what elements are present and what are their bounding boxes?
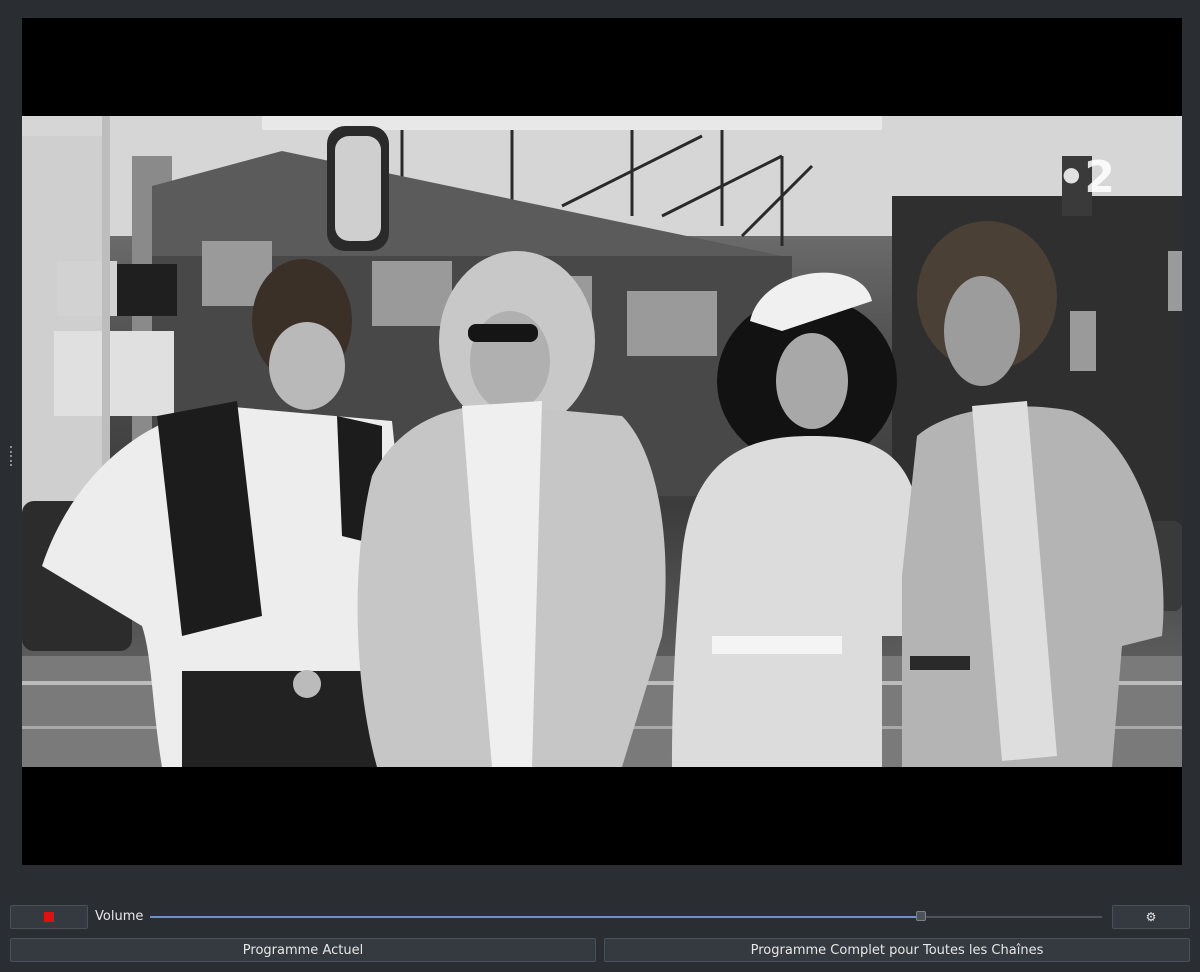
stop-icon	[44, 912, 54, 922]
program-buttons: Programme Actuel Programme Complet pour …	[10, 938, 1190, 962]
volume-label: Volume	[95, 909, 144, 924]
full-program-button[interactable]: Programme Complet pour Toutes les Chaîne…	[604, 938, 1190, 962]
volume-slider-fill	[150, 916, 922, 918]
video-scene	[22, 116, 1182, 767]
volume-slider[interactable]	[150, 910, 1102, 924]
splitter-handle[interactable]	[10, 446, 13, 466]
settings-button[interactable]: ⚙	[1112, 905, 1190, 929]
tv-player-window: •2 Volume ⚙ Programme Actuel Programme C…	[0, 0, 1200, 972]
stop-button[interactable]	[10, 905, 88, 929]
current-program-button[interactable]: Programme Actuel	[10, 938, 596, 962]
channel-logo: •2	[1057, 152, 1115, 203]
video-frame: •2	[22, 116, 1182, 767]
playback-controls: Volume ⚙	[10, 905, 1190, 929]
video-panel[interactable]: •2	[22, 18, 1182, 865]
gear-icon: ⚙	[1145, 910, 1157, 924]
volume-slider-handle[interactable]	[916, 911, 927, 921]
